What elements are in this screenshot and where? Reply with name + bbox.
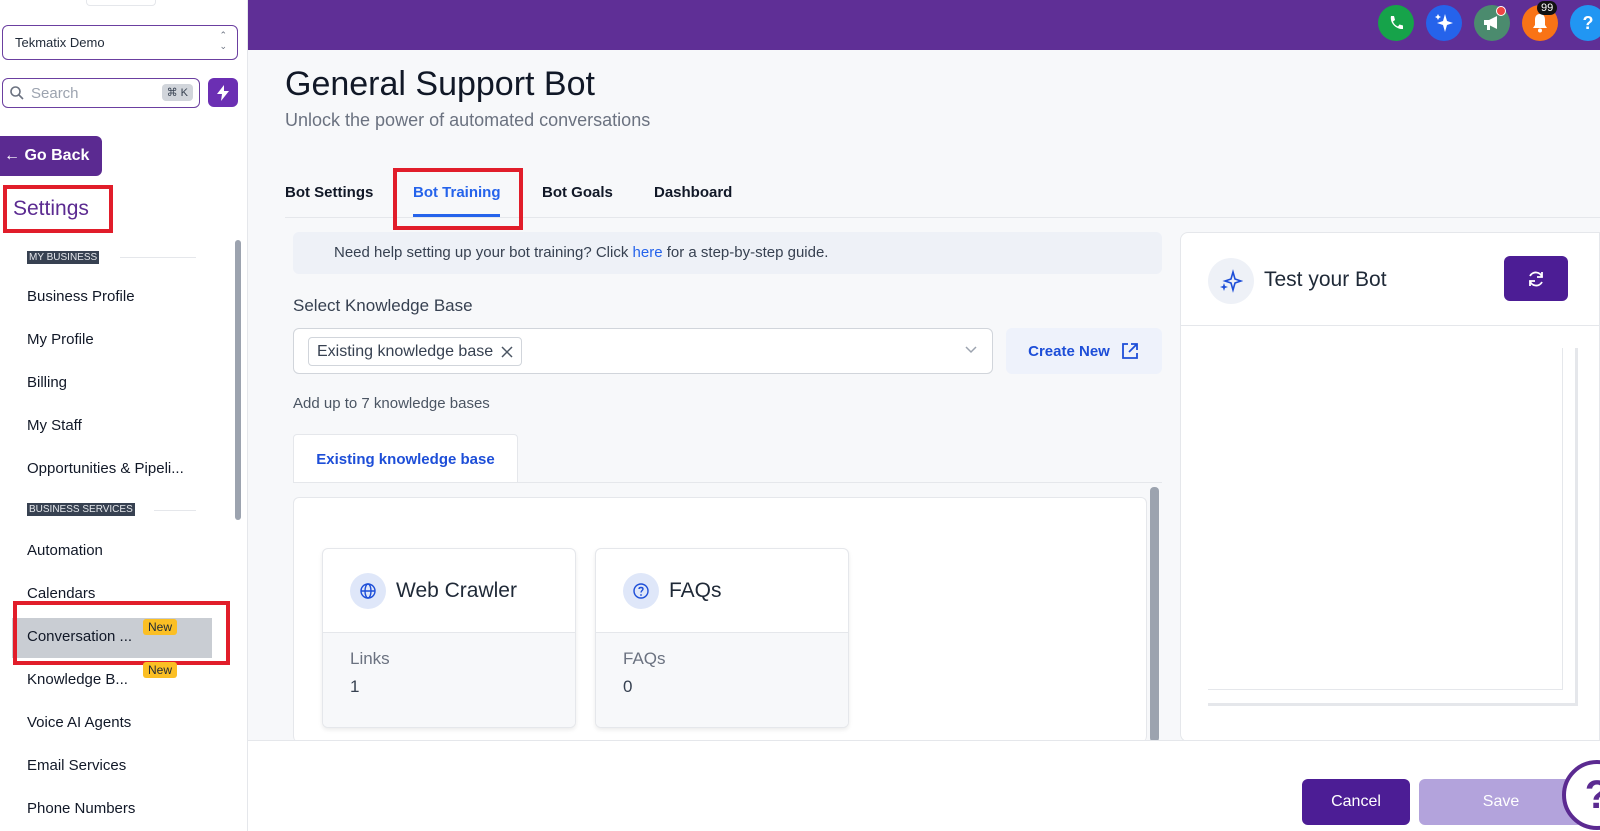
card-header: Web Crawler	[323, 549, 575, 633]
chevron-down-icon	[965, 346, 977, 354]
location-switcher[interactable]: Tekmatix Demo ⌃ ⌄	[2, 25, 238, 60]
globe-icon	[350, 572, 386, 609]
notification-count: 99	[1537, 1, 1558, 15]
divider	[293, 482, 1162, 483]
card-title: FAQs	[669, 578, 722, 602]
refresh-icon	[1529, 271, 1543, 286]
sidebar-item-voice-ai-agents[interactable]: Voice AI Agents	[27, 714, 131, 731]
tab-bot-settings[interactable]: Bot Settings	[285, 184, 373, 201]
highlight-box	[393, 168, 523, 230]
help-link[interactable]: here	[633, 244, 663, 261]
chevron-updown-icon: ⌃ ⌄	[219, 30, 227, 51]
card-body: Links 1	[323, 633, 575, 727]
web-crawler-card[interactable]: Web Crawler Links 1	[322, 548, 576, 728]
knowledge-base-hint: Add up to 7 knowledge bases	[293, 395, 490, 412]
unread-dot	[1496, 6, 1506, 16]
megaphone-icon	[1484, 16, 1497, 30]
sidebar-item-knowledge-base[interactable]: Knowledge B...	[27, 671, 128, 688]
save-button[interactable]: Save	[1419, 779, 1583, 825]
knowledge-base-select[interactable]: Existing knowledge base	[293, 328, 993, 374]
create-new-button[interactable]: Create New	[1006, 328, 1162, 374]
sidebar: Tekmatix Demo ⌃ ⌄ Search ⌘ K ← Go Back Se…	[0, 0, 248, 831]
cancel-button[interactable]: Cancel	[1302, 779, 1410, 825]
external-link-icon	[1121, 343, 1138, 359]
sparkle-icon	[1435, 14, 1453, 32]
chat-preview-inner	[1208, 348, 1563, 690]
bell-icon	[1533, 14, 1547, 33]
sidebar-scrollbar[interactable]	[235, 240, 241, 520]
divider	[154, 510, 196, 511]
page-title: General Support Bot	[285, 65, 595, 103]
selected-kb-label: Existing knowledge base	[317, 342, 494, 360]
search-input[interactable]: Search ⌘ K	[2, 78, 200, 108]
close-icon[interactable]	[501, 345, 513, 358]
section-my-business: MY BUSINESS	[27, 251, 100, 264]
metric-label: Links	[350, 649, 390, 668]
metric-label: FAQs	[623, 649, 666, 668]
sidebar-item-automation[interactable]: Automation	[27, 542, 103, 559]
knowledge-base-label: Select Knowledge Base	[293, 296, 473, 315]
sidebar-item-business-profile[interactable]: Business Profile	[27, 288, 135, 305]
help-text: Need help setting up your bot training? …	[334, 244, 633, 261]
logo	[86, 0, 156, 6]
sidebar-item-my-profile[interactable]: My Profile	[27, 331, 94, 348]
sidebar-item-opportunities[interactable]: Opportunities & Pipeli...	[27, 460, 184, 477]
selected-kb-chip: Existing knowledge base	[308, 337, 523, 366]
metric-value: 1	[350, 677, 360, 696]
page-subtitle: Unlock the power of automated conversati…	[285, 110, 651, 130]
divider	[120, 257, 196, 258]
card-header: FAQs	[596, 549, 848, 633]
panel-scrollbar[interactable]	[1150, 487, 1159, 742]
tab-dashboard[interactable]: Dashboard	[654, 184, 732, 201]
new-badge: New	[143, 662, 178, 678]
section-business-services: BUSINESS SERVICES	[27, 503, 135, 516]
card-title: Web Crawler	[396, 578, 517, 602]
location-name: Tekmatix Demo	[15, 35, 105, 50]
tab-existing-knowledge-base[interactable]: Existing knowledge base	[293, 434, 518, 483]
card-body: FAQs 0	[596, 633, 848, 727]
search-placeholder: Search	[31, 84, 79, 102]
sparkle-icon	[1208, 258, 1254, 304]
search-shortcut: ⌘ K	[161, 84, 193, 101]
sidebar-item-email-services[interactable]: Email Services	[27, 757, 126, 774]
metric-value: 0	[623, 677, 633, 696]
phone-button[interactable]	[1378, 5, 1414, 41]
help-text-suffix: for a step-by-step guide.	[662, 244, 829, 261]
phone-icon	[1390, 16, 1403, 30]
tab-bot-goals[interactable]: Bot Goals	[542, 184, 613, 201]
help-banner: Need help setting up your bot training? …	[293, 232, 1162, 274]
test-bot-title: Test your Bot	[1264, 268, 1387, 291]
go-back-button[interactable]: ← Go Back	[0, 136, 102, 176]
question-icon	[623, 572, 659, 609]
faqs-card[interactable]: FAQs FAQs 0	[595, 548, 849, 728]
create-new-label: Create New	[1028, 342, 1110, 360]
quick-actions-button[interactable]	[208, 78, 238, 107]
divider	[1180, 325, 1600, 326]
settings-title: Settings	[3, 185, 113, 233]
ai-assistant-button[interactable]	[1426, 5, 1462, 41]
lightning-icon	[217, 84, 229, 101]
sidebar-item-billing[interactable]: Billing	[27, 374, 67, 391]
sidebar-item-phone-numbers[interactable]: Phone Numbers	[27, 800, 135, 817]
help-button[interactable]: ?	[1570, 5, 1600, 41]
sidebar-item-my-staff[interactable]: My Staff	[27, 417, 82, 434]
highlight-box	[13, 601, 230, 665]
sidebar-item-calendars[interactable]: Calendars	[27, 585, 95, 602]
refresh-button[interactable]	[1504, 256, 1568, 301]
search-icon	[10, 86, 24, 100]
